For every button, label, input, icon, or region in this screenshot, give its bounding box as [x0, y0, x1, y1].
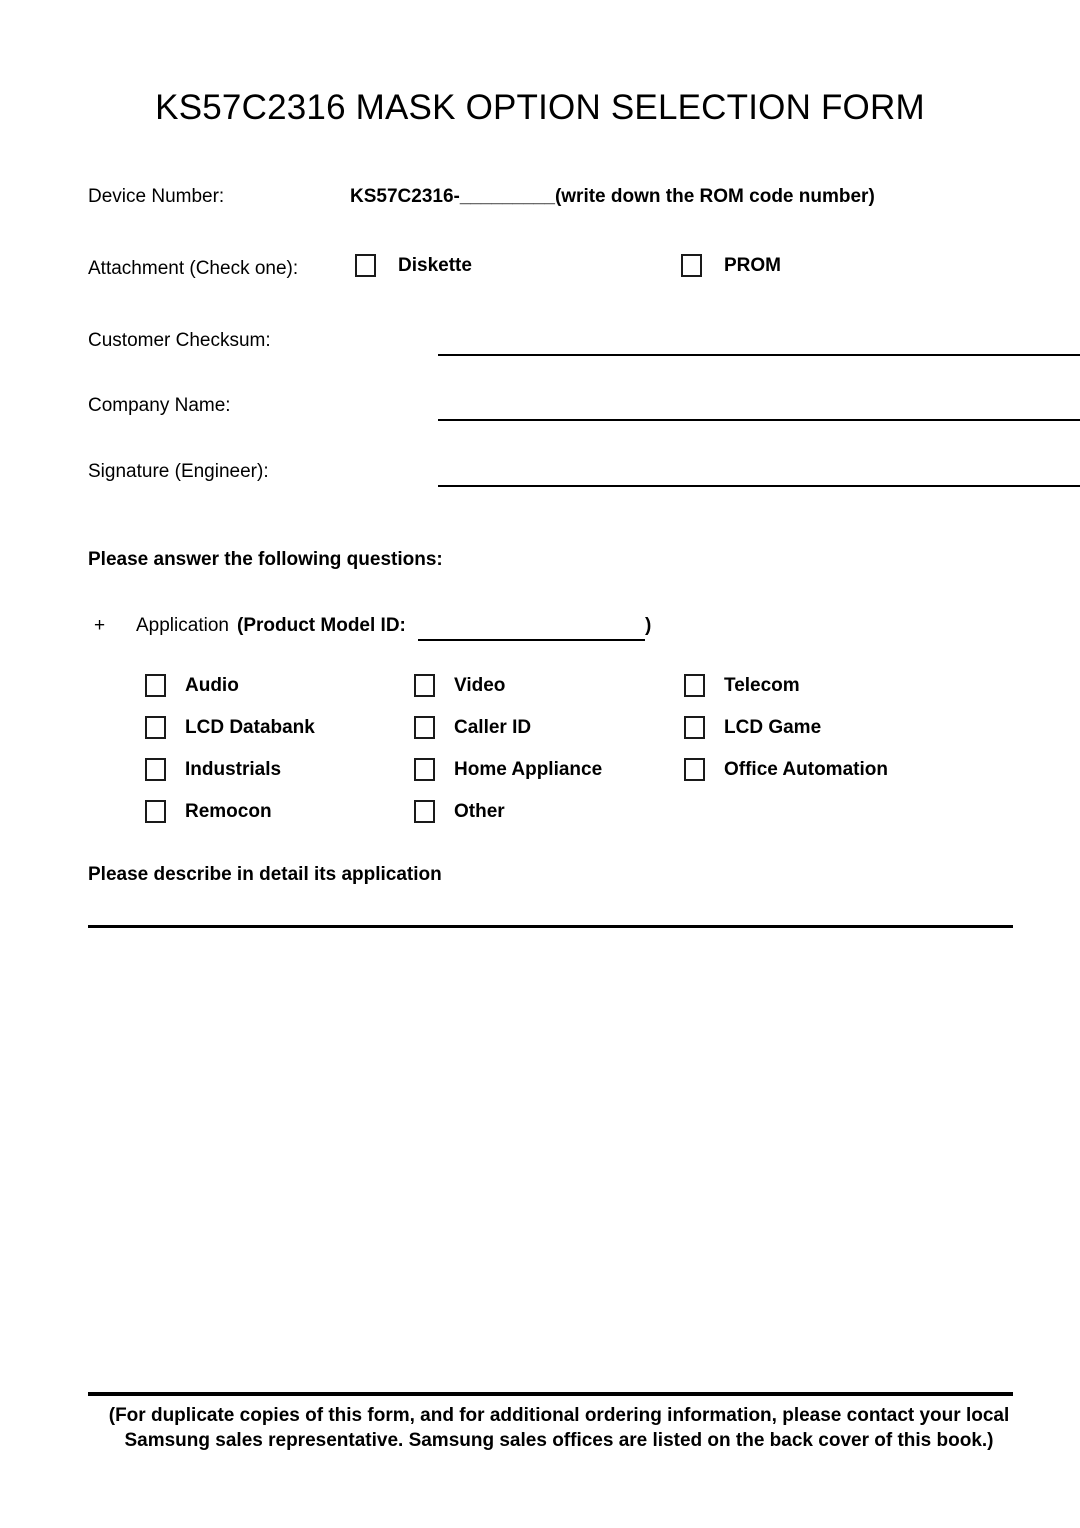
- footer-note-line2: Samsung sales representative. Samsung sa…: [124, 1430, 994, 1451]
- product-model-id-label: (Product Model ID:: [237, 615, 406, 636]
- checkbox-audio[interactable]: [145, 674, 166, 697]
- footer-divider: [88, 1392, 1013, 1396]
- checkbox-label-industrials: Industrials: [185, 758, 282, 780]
- attachment-option-diskette[interactable]: Diskette: [355, 254, 472, 277]
- checkbox-label-video: Video: [454, 674, 506, 696]
- customer-checksum-label: Customer Checksum:: [88, 330, 271, 351]
- footer-note: (For duplicate copies of this form, and …: [88, 1403, 1030, 1453]
- bullet-plus-icon: +: [94, 615, 106, 636]
- company-name-label: Company Name:: [88, 395, 231, 416]
- checkbox-other[interactable]: [414, 800, 435, 823]
- signature-engineer-label: Signature (Engineer):: [88, 461, 269, 482]
- checkbox-label-home-appliance: Home Appliance: [454, 758, 603, 780]
- application-label: Application: [136, 615, 229, 636]
- application-option-other[interactable]: Other: [414, 800, 684, 823]
- application-option-telecom[interactable]: Telecom: [684, 674, 984, 697]
- checkbox-label-remocon: Remocon: [185, 800, 272, 822]
- device-number-value[interactable]: KS57C2316-_________(write down the ROM c…: [350, 186, 875, 208]
- checkbox-caller-id[interactable]: [414, 716, 435, 739]
- application-option-remocon[interactable]: Remocon: [145, 800, 414, 823]
- device-number-row: Device Number: KS57C2316-_________(write…: [88, 186, 1008, 216]
- checkbox-label-prom: PROM: [724, 254, 781, 276]
- company-name-row: Company Name:: [88, 395, 1080, 425]
- checkbox-label-office-automation: Office Automation: [724, 758, 888, 780]
- checkbox-office-automation[interactable]: [684, 758, 705, 781]
- application-option-office-automation[interactable]: Office Automation: [684, 758, 984, 781]
- application-options-row: LCD Databank Caller ID LCD Game: [145, 716, 1025, 758]
- checkbox-industrials[interactable]: [145, 758, 166, 781]
- application-options-grid: Audio Video Telecom LCD Databank Caller …: [145, 674, 1025, 842]
- checkbox-label-telecom: Telecom: [724, 674, 800, 696]
- checkbox-diskette[interactable]: [355, 254, 376, 277]
- checkbox-telecom[interactable]: [684, 674, 705, 697]
- checkbox-lcd-databank[interactable]: [145, 716, 166, 739]
- application-option-caller-id[interactable]: Caller ID: [414, 716, 684, 739]
- checkbox-video[interactable]: [414, 674, 435, 697]
- application-option-audio[interactable]: Audio: [145, 674, 414, 697]
- product-model-id-input[interactable]: [418, 639, 645, 641]
- customer-checksum-input[interactable]: [438, 354, 1080, 356]
- questions-heading: Please answer the following questions:: [88, 549, 443, 570]
- application-options-row: Industrials Home Appliance Office Automa…: [145, 758, 1025, 800]
- checkbox-lcd-game[interactable]: [684, 716, 705, 739]
- checkbox-label-diskette: Diskette: [398, 254, 472, 276]
- checkbox-label-lcd-databank: LCD Databank: [185, 716, 315, 738]
- application-option-lcd-databank[interactable]: LCD Databank: [145, 716, 414, 739]
- checkbox-label-caller-id: Caller ID: [454, 716, 532, 738]
- footer-note-line1: (For duplicate copies of this form, and …: [108, 1405, 1010, 1426]
- application-options-row: Audio Video Telecom: [145, 674, 1025, 716]
- checkbox-label-audio: Audio: [185, 674, 239, 696]
- describe-application-heading: Please describe in detail its applicatio…: [88, 864, 442, 885]
- customer-checksum-row: Customer Checksum:: [88, 330, 1080, 360]
- describe-application-input[interactable]: [88, 925, 1013, 928]
- company-name-input[interactable]: [438, 419, 1080, 421]
- checkbox-prom[interactable]: [681, 254, 702, 277]
- application-option-lcd-game[interactable]: LCD Game: [684, 716, 984, 739]
- checkbox-label-lcd-game: LCD Game: [724, 716, 822, 738]
- signature-engineer-row: Signature (Engineer):: [88, 461, 1080, 491]
- checkbox-label-other: Other: [454, 800, 505, 822]
- form-page: KS57C2316 MASK OPTION SELECTION FORM Dev…: [0, 0, 1080, 1528]
- application-option-video[interactable]: Video: [414, 674, 684, 697]
- product-model-id-closing-paren: ): [645, 615, 652, 636]
- checkbox-remocon[interactable]: [145, 800, 166, 823]
- application-options-row: Remocon Other: [145, 800, 1025, 842]
- checkbox-home-appliance[interactable]: [414, 758, 435, 781]
- application-row: + Application (Product Model ID: ): [88, 615, 1008, 643]
- attachment-option-prom[interactable]: PROM: [681, 254, 781, 277]
- page-title: KS57C2316 MASK OPTION SELECTION FORM: [155, 88, 925, 127]
- attachment-label: Attachment (Check one):: [88, 258, 299, 279]
- application-option-home-appliance[interactable]: Home Appliance: [414, 758, 684, 781]
- device-number-label: Device Number:: [88, 186, 225, 207]
- application-option-industrials[interactable]: Industrials: [145, 758, 414, 781]
- signature-engineer-input[interactable]: [438, 485, 1080, 487]
- attachment-row: Attachment (Check one): Diskette PROM: [88, 254, 1008, 288]
